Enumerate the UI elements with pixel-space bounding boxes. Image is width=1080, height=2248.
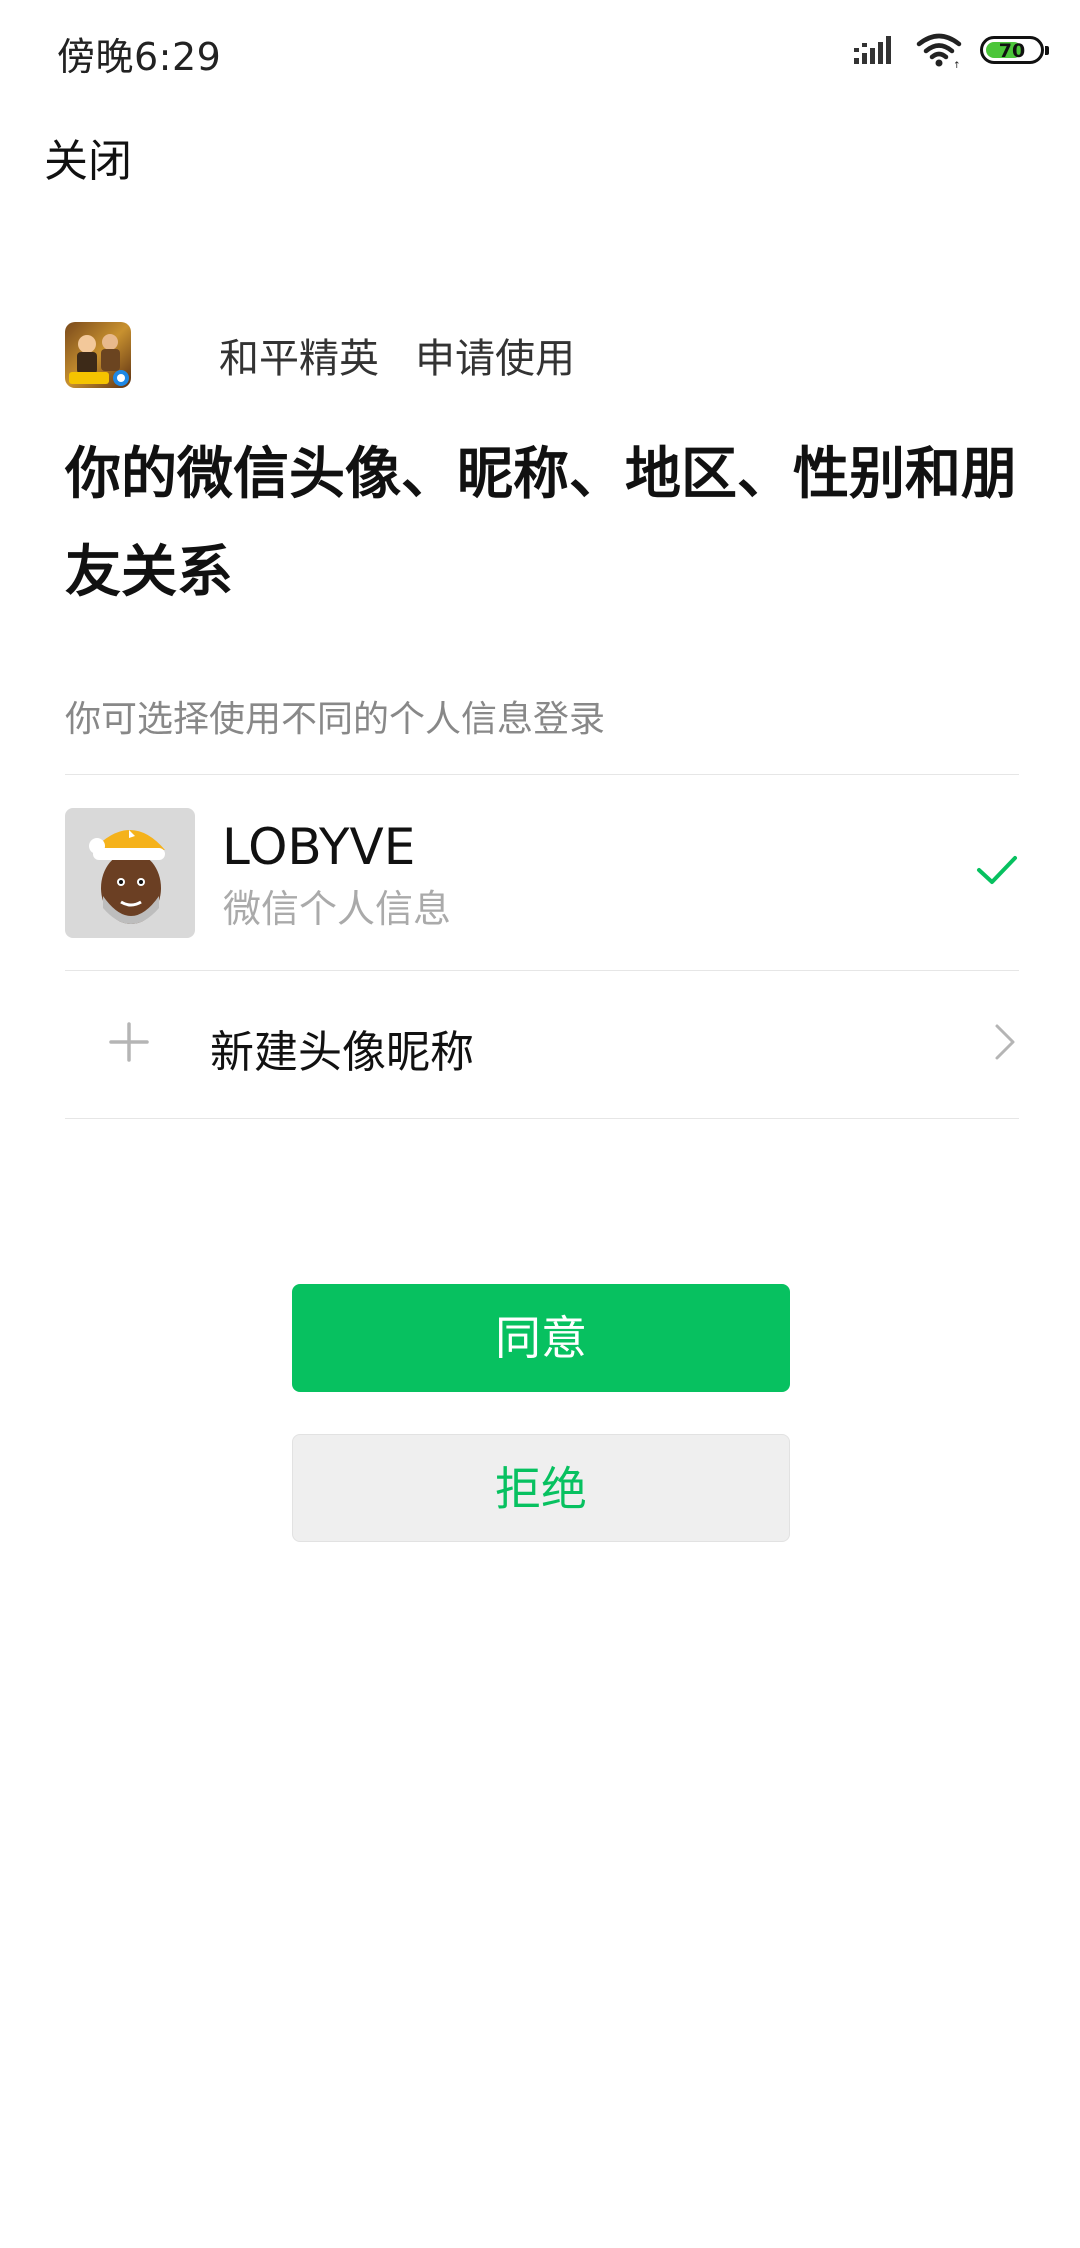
status-bar: 傍晚6:29 ↑↓ 70 (0, 0, 1080, 100)
agree-button[interactable]: 同意 (292, 1284, 790, 1392)
battery-level: 70 (998, 40, 1026, 62)
svg-text:↑↓: ↑↓ (953, 61, 962, 68)
chevron-right-icon (995, 1024, 1015, 1060)
new-avatar-nickname-label: 新建头像昵称 (210, 1027, 474, 1078)
permission-subtitle: 你可选择使用不同的个人信息登录 (65, 699, 606, 740)
reject-button[interactable]: 拒绝 (292, 1434, 790, 1542)
app-request-row: 和平精英 申请使用 (65, 322, 575, 388)
close-button[interactable]: 关闭 (44, 125, 132, 189)
battery-tip (1045, 46, 1049, 55)
request-label: 申请使用 (415, 336, 575, 382)
status-time: 傍晚6:29 (57, 35, 222, 79)
profile-name: LOBYVE (222, 818, 416, 876)
battery-icon: 70 (980, 36, 1049, 64)
game-logo-icon (65, 322, 131, 388)
plus-icon (109, 1022, 149, 1062)
avatar (65, 808, 195, 938)
new-avatar-nickname-option[interactable]: 新建头像昵称 (65, 970, 1019, 1118)
check-icon (977, 856, 1017, 884)
signal-icon (854, 36, 891, 64)
wifi-icon: ↑↓ (916, 33, 962, 68)
status-icons: ↑↓ 70 (854, 30, 1049, 70)
permission-headline: 你的微信头像、昵称、地区、性别和朋友关系 (65, 442, 1017, 605)
app-name: 和平精英 (219, 336, 379, 382)
profile-description: 微信个人信息 (223, 887, 452, 931)
divider (65, 1118, 1019, 1119)
profile-option-wechat[interactable]: LOBYVE 微信个人信息 (65, 774, 1019, 968)
